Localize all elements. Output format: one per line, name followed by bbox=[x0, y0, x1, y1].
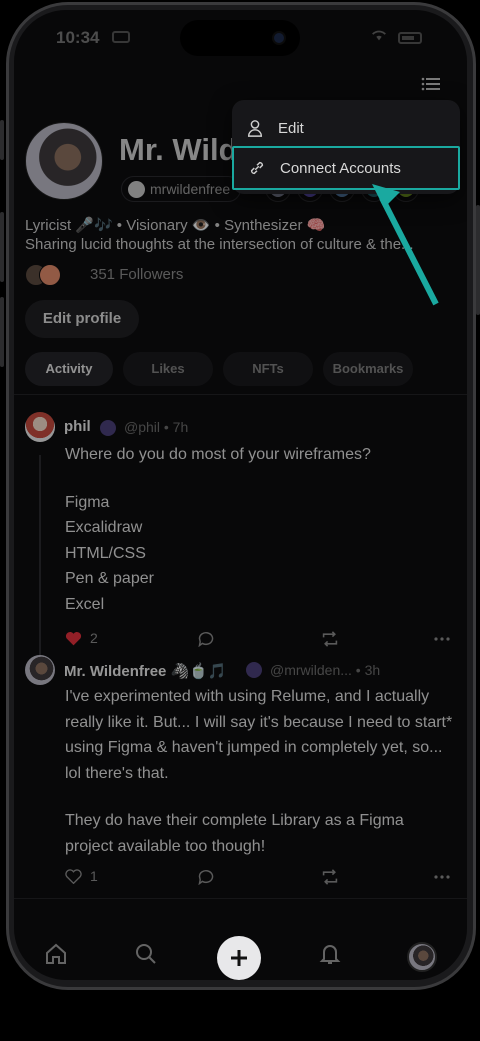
highlight-arrow-icon bbox=[372, 184, 439, 306]
divider bbox=[14, 394, 467, 395]
like-count: 2 bbox=[90, 630, 98, 646]
menu-item-label: Connect Accounts bbox=[280, 159, 401, 177]
user-icon bbox=[247, 120, 263, 137]
handle-logo-icon bbox=[128, 181, 145, 198]
side-button-left-2 bbox=[0, 212, 4, 282]
car-icon bbox=[112, 31, 130, 43]
bell-icon[interactable] bbox=[318, 942, 342, 966]
post-text: Pen & paper bbox=[65, 570, 154, 587]
follower-avatars[interactable] bbox=[25, 264, 73, 288]
nouns-badge-icon bbox=[100, 420, 116, 436]
post-body: I've experimented with using Relume, and… bbox=[65, 684, 455, 859]
status-time: 10:34 bbox=[56, 28, 100, 47]
battery-icon bbox=[398, 32, 422, 44]
side-button-left-1 bbox=[0, 120, 4, 160]
heart-filled-icon bbox=[65, 631, 82, 645]
post-author[interactable]: Mr. Wildenfree 🦓🍵🎵 bbox=[64, 662, 227, 680]
handle-text: mrwildenfree bbox=[150, 181, 231, 197]
post-text: Figma bbox=[65, 493, 110, 511]
post-text: They do have their complete Library as a… bbox=[65, 812, 404, 855]
follower-avatar bbox=[39, 264, 61, 286]
wifi-icon bbox=[372, 30, 386, 41]
app-screen: 10:34 Mr. Wilde mrwildenfree Lyricist 🎤🎶… bbox=[14, 10, 467, 980]
post-author[interactable]: phil bbox=[64, 418, 91, 435]
comment-icon[interactable] bbox=[197, 631, 215, 647]
tab-bookmarks[interactable]: Bookmarks bbox=[323, 352, 413, 386]
menu-item-edit[interactable]: Edit bbox=[232, 106, 460, 150]
divider bbox=[14, 898, 467, 899]
edit-profile-button[interactable]: Edit profile bbox=[25, 300, 139, 338]
heart-outline-icon bbox=[65, 868, 82, 884]
repost-icon[interactable] bbox=[320, 869, 340, 885]
post-avatar-wildenfree[interactable] bbox=[25, 655, 55, 685]
profile-tab-avatar[interactable] bbox=[407, 942, 437, 972]
post-meta: @mrwilden... • 3h bbox=[270, 662, 381, 678]
side-button-right bbox=[476, 205, 480, 315]
profile-tabs: Activity Likes NFTs Bookmarks bbox=[25, 352, 413, 386]
post-text: Excel bbox=[65, 595, 105, 613]
handle-pill[interactable]: mrwildenfree bbox=[121, 176, 242, 202]
more-icon[interactable] bbox=[434, 875, 450, 879]
compose-button[interactable] bbox=[217, 936, 261, 980]
post-text: Excalidraw bbox=[65, 519, 143, 536]
post-text: Where do you do most of your wireframes? bbox=[65, 446, 371, 463]
tab-nfts[interactable]: NFTs bbox=[223, 352, 313, 386]
post-avatar-phil[interactable] bbox=[25, 412, 55, 442]
nouns-badge-icon bbox=[246, 662, 262, 678]
side-button-left-3 bbox=[0, 297, 4, 367]
plus-icon bbox=[231, 950, 247, 966]
tab-likes[interactable]: Likes bbox=[123, 352, 213, 386]
repost-icon[interactable] bbox=[320, 631, 340, 647]
like-button[interactable]: 2 bbox=[65, 630, 98, 646]
tab-activity[interactable]: Activity bbox=[25, 352, 113, 386]
thread-line bbox=[39, 455, 41, 655]
post-meta: @phil • 7h bbox=[124, 419, 189, 435]
profile-avatar[interactable] bbox=[25, 122, 103, 200]
dynamic-island bbox=[180, 20, 300, 56]
bio-line-1: Lyricist 🎤🎶 • Visionary 👁️ • Synthesizer… bbox=[25, 217, 326, 234]
status-bar: 10:34 bbox=[14, 10, 467, 64]
bottom-tab-bar bbox=[14, 916, 467, 980]
more-icon[interactable] bbox=[434, 637, 450, 641]
post-body: Where do you do most of your wireframes?… bbox=[65, 442, 445, 617]
like-count: 1 bbox=[90, 868, 98, 884]
like-button[interactable]: 1 bbox=[65, 868, 98, 884]
comment-icon[interactable] bbox=[197, 869, 215, 885]
search-icon[interactable] bbox=[134, 942, 158, 966]
post-text: I've experimented with using Relume, and… bbox=[65, 688, 453, 782]
link-icon bbox=[250, 161, 264, 175]
followers-count[interactable]: 351 Followers bbox=[90, 266, 183, 283]
menu-item-label: Edit bbox=[278, 119, 304, 137]
menu-icon[interactable] bbox=[421, 76, 441, 92]
home-icon[interactable] bbox=[44, 942, 68, 966]
camera-icon bbox=[272, 31, 286, 45]
post-text: HTML/CSS bbox=[65, 544, 146, 562]
